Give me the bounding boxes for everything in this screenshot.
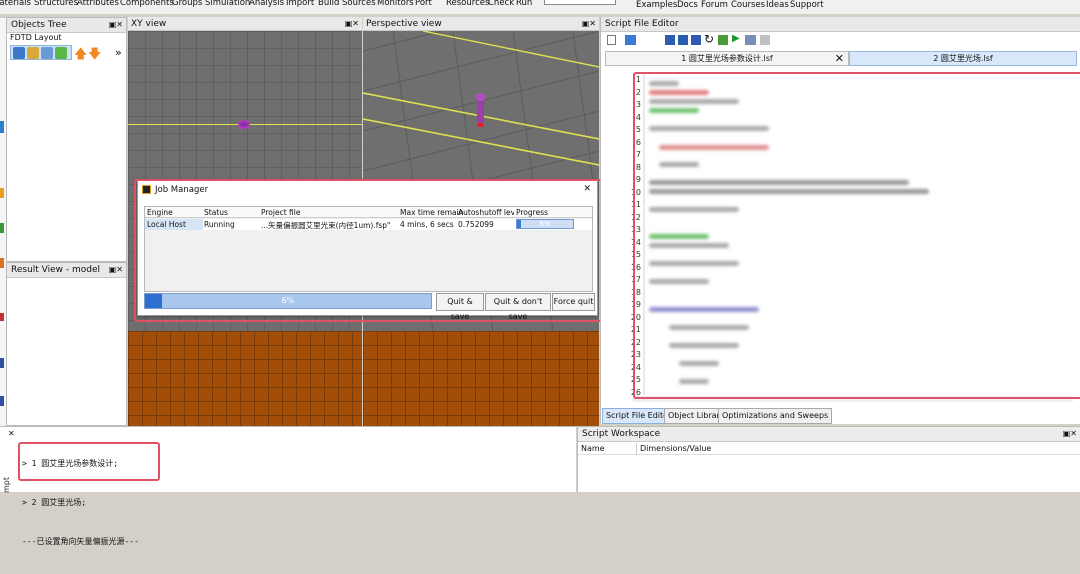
menu-structures[interactable]: Structures	[34, 0, 78, 8]
arrow-up-icon[interactable]: 🡅	[74, 45, 87, 67]
menu-import[interactable]: Import	[286, 0, 314, 8]
script-prompt-panel: ✕ mpt > 1 圆艾里光场参数设计; > 2 圆艾里光场; ---已设置角向…	[0, 426, 576, 546]
menu-resources[interactable]: Resources	[446, 0, 489, 8]
menu-check[interactable]: Check	[488, 0, 514, 8]
source-marker	[238, 120, 250, 129]
highlight-box	[134, 179, 604, 322]
result-view-panel: Result View - model ▣✕	[6, 262, 127, 426]
arrow-down-icon[interactable]: 🡇	[88, 45, 101, 67]
menu-monitors[interactable]: Monitors	[377, 0, 414, 8]
xy-substrate	[128, 331, 362, 426]
menu-groups[interactable]: Groups	[172, 0, 202, 8]
close-tab-icon[interactable]: ✕	[835, 52, 844, 66]
result-view-title: Result View - model	[11, 265, 101, 275]
script-editor-header: Script File Editor	[601, 17, 1080, 32]
panel-controls-icon[interactable]: ▣✕	[1063, 427, 1077, 441]
menu-build[interactable]: Build	[318, 0, 339, 8]
panel-controls-icon[interactable]: ▣✕	[582, 17, 596, 31]
help-links: Examples Docs Forum Courses Ideas Suppor…	[636, 0, 1076, 12]
zoom-tool-icon[interactable]	[55, 47, 67, 59]
script-editor-panel: Script File Editor ↻ ▶ 1 圆艾里光场参数设计.lsf ✕…	[600, 17, 1080, 424]
col-dimensions-value[interactable]: Dimensions/Value	[640, 444, 711, 453]
menu-materials[interactable]: Materials	[0, 0, 31, 8]
tool-icon[interactable]	[0, 258, 4, 268]
console-line: ---已设置角向矢量偏振光源---	[22, 537, 139, 546]
tool-icon[interactable]	[0, 313, 4, 321]
col-name[interactable]: Name	[581, 444, 605, 453]
prompt-side-label: mpt	[2, 476, 11, 493]
tree-toolbar	[10, 45, 72, 60]
result-view-header: Result View - model ▣✕	[7, 263, 126, 278]
panel-controls-icon[interactable]: ▣✕	[109, 18, 123, 32]
menu-attributes[interactable]: Attributes	[77, 0, 119, 8]
menu-analysis[interactable]: Analysis	[249, 0, 284, 8]
editor-bottom-tabs: Script File Editor Object Library Optimi…	[602, 407, 902, 424]
tool-icon[interactable]	[0, 223, 4, 233]
tab-file-2[interactable]: 2 圆艾里光场.lsf	[849, 51, 1077, 66]
close-icon[interactable]: ✕	[8, 429, 15, 438]
save-icon[interactable]	[665, 35, 675, 45]
menu-docs[interactable]: Docs	[677, 0, 698, 10]
script-editor-title: Script File Editor	[605, 19, 679, 29]
menu-forum[interactable]: Forum	[701, 0, 728, 10]
tool-icon[interactable]	[0, 358, 4, 368]
rotate-tool-icon[interactable]	[41, 47, 53, 59]
xy-view-title: XY view	[131, 19, 167, 29]
workspace-title: Script Workspace	[582, 429, 661, 439]
indent-icon[interactable]	[745, 35, 756, 45]
perspective-view-title: Perspective view	[366, 19, 442, 29]
save-all-icon[interactable]	[691, 35, 701, 45]
run-script-icon[interactable]	[718, 35, 728, 45]
menu-components[interactable]: Components	[120, 0, 174, 8]
select-tool-icon[interactable]	[13, 47, 25, 59]
menu-simulation[interactable]: Simulation	[205, 0, 250, 8]
menu-ideas[interactable]: Ideas	[766, 0, 789, 10]
menu-support[interactable]: Support	[790, 0, 824, 10]
highlight-box	[18, 442, 160, 481]
workspace-table-header: Name Dimensions/Value	[578, 443, 1080, 455]
tab-optimizations-sweeps[interactable]: Optimizations and Sweeps	[718, 408, 833, 424]
panel-controls-icon[interactable]: ▣✕	[345, 17, 359, 31]
refresh-icon[interactable]: ↻	[704, 32, 714, 46]
more-tools-icon[interactable]: »	[115, 46, 122, 59]
xy-view-header: XY view ▣✕	[128, 17, 362, 31]
objects-tree-root[interactable]: FDTD Layout	[10, 33, 62, 42]
panel-controls-icon[interactable]: ▣✕	[109, 263, 123, 277]
editor-toolbar: ↻ ▶	[605, 32, 805, 47]
tab-file-1[interactable]: 1 圆艾里光场参数设计.lsf ✕	[605, 51, 849, 66]
step-icon[interactable]	[760, 35, 770, 45]
script-workspace-panel: Script Workspace ▣✕ Name Dimensions/Valu…	[577, 426, 1080, 492]
workspace-header: Script Workspace ▣✕	[578, 427, 1080, 442]
search-field[interactable]	[544, 0, 616, 5]
menu-sources[interactable]: Sources	[342, 0, 376, 8]
open-file-icon[interactable]	[625, 35, 636, 45]
menu-run[interactable]: Run	[516, 0, 532, 8]
console-line: > 2 圆艾里光场;	[22, 498, 87, 507]
tool-icon[interactable]	[0, 396, 4, 406]
tool-icon[interactable]	[0, 188, 4, 198]
menu-courses[interactable]: Courses	[731, 0, 765, 10]
objects-tree-title: Objects Tree	[11, 20, 67, 30]
highlight-box	[633, 72, 1080, 399]
tool-icon[interactable]	[0, 121, 4, 133]
menu-port[interactable]: Port	[415, 0, 432, 8]
menu-examples[interactable]: Examples	[636, 0, 677, 10]
run-icon[interactable]: ▶	[732, 33, 740, 44]
objects-tree-header: Objects Tree ▣✕	[7, 18, 126, 33]
objects-tree-panel: Objects Tree ▣✕ FDTD Layout 🡅 🡇 »	[6, 17, 127, 262]
perspective-substrate	[363, 331, 599, 426]
perspective-view-header: Perspective view ▣✕	[363, 17, 599, 31]
new-file-icon[interactable]	[607, 35, 616, 45]
move-tool-icon[interactable]	[27, 47, 39, 59]
save-as-icon[interactable]	[678, 35, 688, 45]
